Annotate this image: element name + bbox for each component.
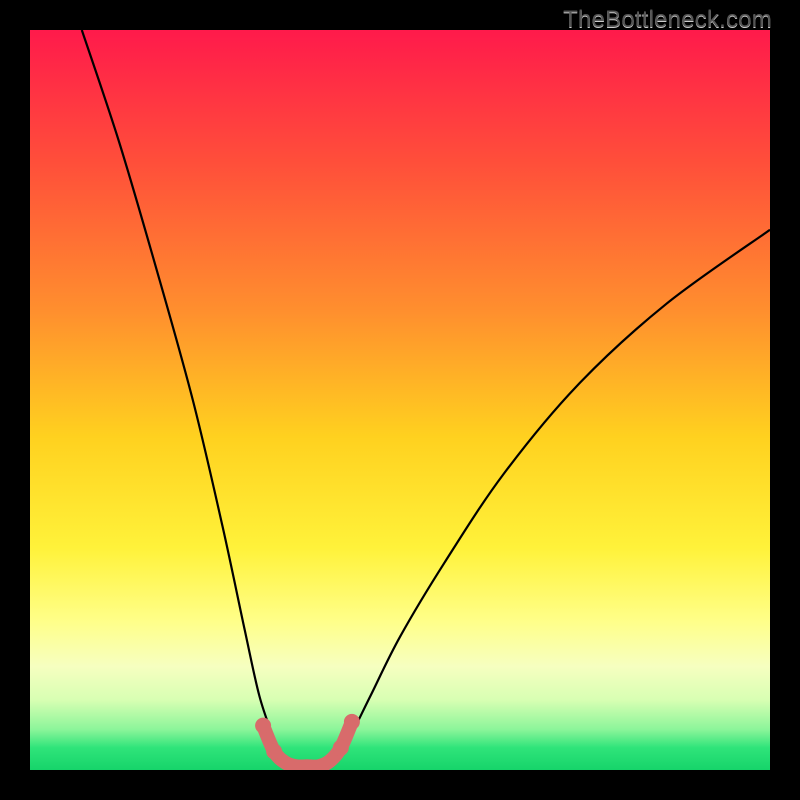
- valley-marker: [255, 714, 360, 767]
- right-curve: [326, 230, 770, 770]
- plot-area: [30, 30, 770, 770]
- left-curve: [82, 30, 289, 770]
- curve-layer: [30, 30, 770, 770]
- chart-frame: TheBottleneck.com: [0, 0, 800, 800]
